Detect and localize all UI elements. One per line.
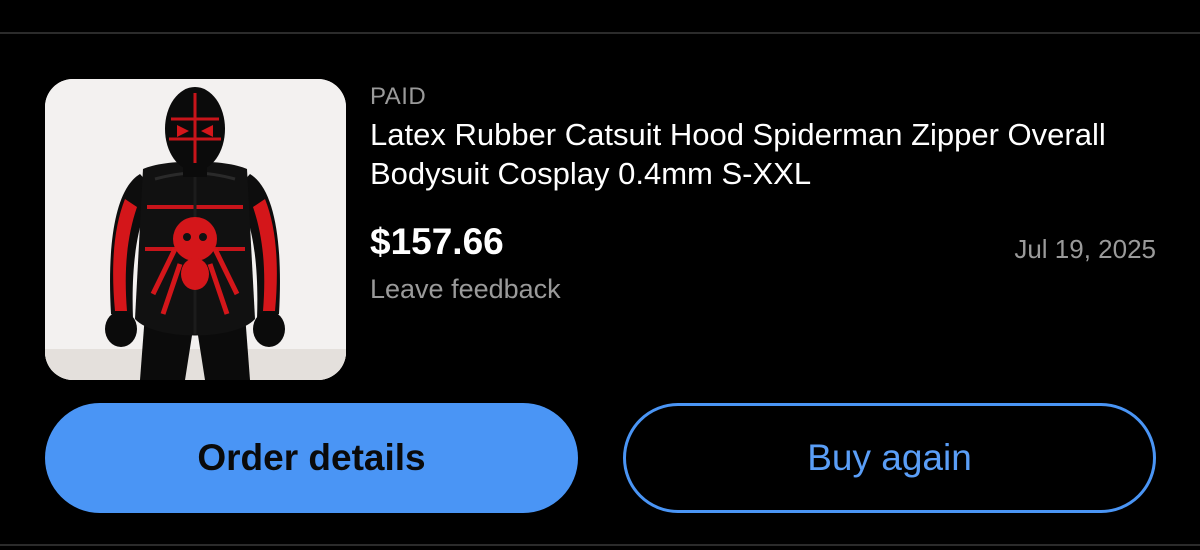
order-details-button[interactable]: Order details: [45, 403, 578, 513]
product-thumbnail[interactable]: [45, 79, 346, 380]
buy-again-button[interactable]: Buy again: [623, 403, 1156, 513]
order-status: PAID: [370, 83, 427, 110]
product-title[interactable]: Latex Rubber Catsuit Hood Spiderman Zipp…: [370, 115, 1150, 193]
order-price: $157.66: [370, 221, 504, 262]
order-date: Jul 19, 2025: [1014, 234, 1156, 264]
order-card: PAID Latex Rubber Catsuit Hood Spiderman…: [0, 0, 1200, 550]
product-image: [45, 79, 346, 380]
bottom-divider: [0, 544, 1200, 546]
top-divider: [0, 32, 1200, 34]
leave-feedback-link[interactable]: Leave feedback: [370, 274, 561, 305]
